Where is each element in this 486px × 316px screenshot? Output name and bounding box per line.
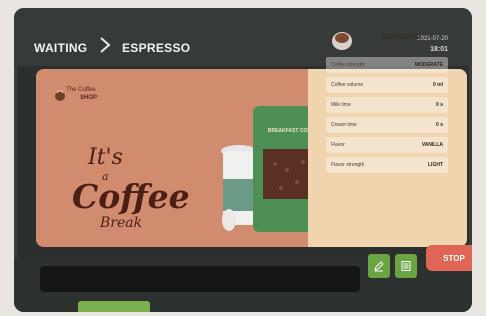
device-frame: WAITING ESPRESSO 2021-07-20 18:01 The Co…: [14, 8, 472, 312]
status-strip: [40, 266, 360, 292]
chevron-right-icon: [100, 37, 111, 53]
setting-row-flavor[interactable]: Flavor VANILLA: [326, 137, 448, 153]
cream-time-value: 0 s: [436, 122, 443, 128]
flavor-strength-label: Flavor strength: [331, 162, 365, 168]
date-text: 2021-07-20: [417, 36, 448, 42]
flavor-value: VANILLA: [421, 142, 443, 148]
brand-main-text: SHOP: [80, 95, 98, 101]
coffee-volume-label: Coffee volume: [331, 82, 364, 88]
product-title: ESPRESSO: [382, 34, 421, 41]
coffee-cup-icon: [332, 32, 352, 50]
coffee-strength-value: MODERATE: [414, 62, 443, 68]
brand-small-text: The Coffee: [66, 87, 96, 93]
status-breadcrumb: WAITING: [34, 41, 88, 55]
setting-row-cream-time[interactable]: Cream time 0 s: [326, 117, 448, 133]
edit-button[interactable]: [368, 254, 390, 278]
mode-breadcrumb: ESPRESSO: [122, 41, 191, 55]
coffee-volume-value: 0 ml: [432, 82, 443, 88]
cream-time-label: Cream time: [331, 122, 357, 128]
time-text: 18:01: [430, 46, 448, 53]
stop-button[interactable]: STOP: [426, 245, 472, 271]
promo-line-3: Coffee: [72, 177, 190, 216]
settings-list: Coffee strength MODERATE Coffee volume 0…: [326, 57, 448, 177]
setting-row-coffee-volume[interactable]: Coffee volume 0 ml: [326, 77, 448, 93]
setting-row-milk-time[interactable]: Milk time 0 s: [326, 97, 448, 113]
setting-row-coffee-strength[interactable]: Coffee strength MODERATE: [326, 57, 448, 73]
promo-line-1: It's: [88, 145, 123, 170]
setting-row-flavor-strength[interactable]: Flavor strength LIGHT: [326, 157, 448, 173]
milk-time-value: 0 s: [436, 102, 443, 108]
green-lip: [78, 301, 150, 312]
pencil-icon: [374, 261, 384, 272]
notes-button[interactable]: [395, 254, 417, 278]
promo-line-4: Break: [100, 215, 143, 231]
milk-time-label: Milk time: [331, 102, 351, 108]
notes-icon: [401, 261, 411, 271]
flavor-strength-value: LIGHT: [428, 162, 443, 168]
promo-banner: The Coffee SHOP It's a Coffee Break BREA…: [36, 69, 331, 247]
coffee-strength-label: Coffee strength: [331, 62, 366, 68]
flavor-label: Flavor: [331, 142, 345, 148]
